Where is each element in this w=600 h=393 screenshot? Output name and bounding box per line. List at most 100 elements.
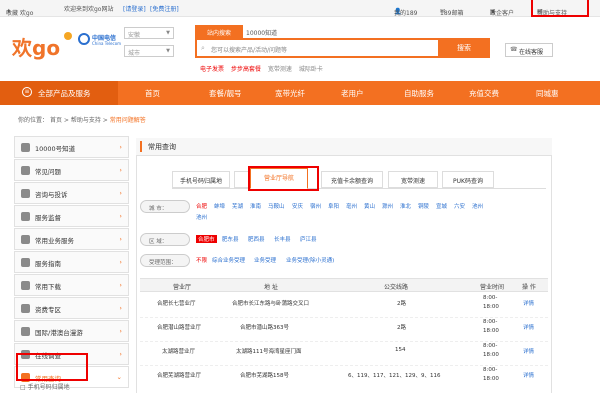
district-link[interactable]: 合肥市 [196, 235, 217, 243]
nav-item-home[interactable]: 首页 [145, 88, 160, 99]
hot-link[interactable]: 步步高套餐 [231, 66, 261, 73]
breadcrumb-sep: > [102, 117, 108, 124]
details-link[interactable]: 详情 [523, 323, 534, 331]
scope-link[interactable]: 业务受理(除小灵通) [286, 256, 334, 264]
city-link[interactable]: 滁州 [382, 202, 393, 210]
province-value: 安徽 [128, 32, 141, 39]
tab-puk[interactable]: PUK码查询 [442, 171, 494, 188]
register-link[interactable]: [免费注册] [150, 4, 179, 13]
tab-10000-know[interactable]: 10000知道 [246, 25, 294, 38]
sidebar-item-roaming[interactable]: 国际/港澳台漫游 › [14, 320, 129, 342]
sidebar-item-download[interactable]: 常用下载 › [14, 274, 129, 296]
city-link[interactable]: 黄山 [364, 202, 375, 210]
city-link[interactable]: 池州 [472, 202, 483, 210]
city-link[interactable]: 芜湖 [232, 202, 243, 210]
scope-list: 不限 综合业务受理 业务受理 业务受理(除小灵通) [196, 256, 416, 266]
store-hours-end: 18:00 [483, 352, 499, 358]
main-nav: ≡ 全部产品及服务 首页 套餐/靓号 宽带光纤 老用户 自助服务 充值交费 同城… [0, 81, 600, 105]
sidebar-sub-item[interactable]: □ 手机号码归属地 [20, 382, 70, 391]
sidebar-item-tariff[interactable]: 资费专区 › [14, 297, 129, 319]
city-link[interactable]: 马鞍山 [268, 202, 285, 210]
city-link[interactable]: 池州 [196, 213, 207, 221]
breadcrumb-section[interactable]: 帮助与支持 [71, 117, 101, 124]
mail-label: 189邮箱 [440, 10, 464, 17]
message-icon [21, 189, 30, 198]
logo-dot-icon [64, 32, 72, 40]
scope-link[interactable]: 不限 [196, 256, 207, 264]
city-link[interactable]: 亳州 [346, 202, 357, 210]
table-row: 合肥芜湖路营业厅 合肥市芜湖路158号 6、119、117、121、129、9、… [140, 366, 548, 390]
online-service-label: 在线客服 [519, 49, 544, 56]
sidebar-item-label: 国际/港澳台漫游 [35, 329, 83, 337]
details-link[interactable]: 详情 [523, 347, 534, 355]
city-select[interactable]: 城市 ▼ [124, 45, 174, 57]
city-link[interactable]: 蚌埠 [214, 202, 225, 210]
search-button[interactable]: 搜索 [438, 38, 490, 58]
city-link[interactable]: 铜陵 [418, 202, 429, 210]
nav-item-local-deals[interactable]: 同城惠 [536, 88, 559, 99]
col-header-action: 操 作 [522, 284, 536, 291]
store-hours-start: 8:00- [483, 319, 498, 325]
sidebar-item-guide[interactable]: 服务指南 › [14, 251, 129, 273]
details-link[interactable]: 详情 [523, 371, 534, 379]
col-header-address: 地 址 [264, 284, 278, 291]
chevron-down-icon: ▼ [166, 30, 170, 36]
table-row: 合肥潜山路营业厅 合肥市潜山路363号 2路 8:00- 18:00 详情 [140, 318, 548, 342]
nav-item-broadband[interactable]: 宽带光纤 [275, 88, 305, 99]
scope-link[interactable]: 业务受理 [254, 256, 276, 264]
city-link[interactable]: 阜阳 [328, 202, 339, 210]
logo[interactable]: 欢go [12, 30, 72, 60]
city-link[interactable]: 宿州 [310, 202, 321, 210]
search-input[interactable]: 您可以搜索产品/活动/问题等 [211, 45, 287, 54]
tab-phone-region[interactable]: 手机号码归属地 [172, 171, 230, 188]
hot-link[interactable]: 城际卧卡 [299, 66, 323, 73]
nav-item-recharge[interactable]: 充值交费 [469, 88, 499, 99]
details-link[interactable]: 详情 [523, 299, 534, 307]
sidebar-item-complaint[interactable]: 咨询与投诉 › [14, 182, 129, 204]
scope-link[interactable]: 综合业务受理 [212, 256, 245, 264]
district-link[interactable]: 长丰县 [274, 235, 291, 243]
nav-item-plans[interactable]: 套餐/靓号 [209, 88, 242, 99]
all-products-menu[interactable]: ≡ 全部产品及服务 [0, 81, 118, 105]
login-link[interactable]: [请登录] [123, 4, 146, 13]
district-link[interactable]: 肥西县 [248, 235, 265, 243]
store-bus: 6、119、117、121、129、9、116 [348, 373, 441, 379]
sidebar-item-supervision[interactable]: 服务监督 › [14, 205, 129, 227]
city-link[interactable]: 安庆 [292, 202, 303, 210]
search-icon: ⌕ [201, 44, 205, 52]
hot-link[interactable]: 电子发票 [200, 66, 224, 73]
sidebar-item-10000[interactable]: 10000号知道 › [14, 136, 129, 158]
tab-card-balance[interactable]: 充值卡余额查询 [321, 171, 383, 188]
sidebar-item-faq[interactable]: 常见问题 › [14, 159, 129, 181]
sidebar-item-label: 资费专区 [35, 306, 61, 314]
online-service-button[interactable]: ☎ 在线客服 [505, 43, 553, 57]
store-hours-start: 8:00- [483, 343, 498, 349]
sidebar-item-label: 咨询与投诉 [35, 191, 68, 199]
store-bus: 2路 [397, 325, 406, 331]
city-link[interactable]: 六安 [454, 202, 465, 210]
sidebar-item-business[interactable]: 常用业务服务 › [14, 228, 129, 250]
chevron-right-icon: › [119, 189, 122, 197]
hot-link[interactable]: 宽带测速 [268, 66, 292, 73]
hot-links: 电子发票 步步高套餐 宽带测速 城际卧卡 [200, 64, 323, 73]
store-name: 太湖路营业厅 [162, 349, 196, 355]
col-header-hours: 营业时间 [480, 284, 505, 291]
city-link[interactable]: 宣城 [436, 202, 447, 210]
nav-item-self-service[interactable]: 自助服务 [404, 88, 434, 99]
nav-item-existing-users[interactable]: 老用户 [341, 88, 364, 99]
chevron-down-icon: ▼ [166, 48, 170, 54]
chevron-right-icon: › [119, 166, 122, 174]
tab-speed-test[interactable]: 宽带测速 [388, 171, 438, 188]
district-link[interactable]: 庐江县 [300, 235, 317, 243]
faq-icon [21, 166, 30, 175]
globe-icon [21, 327, 30, 336]
download-icon [21, 281, 30, 290]
district-link[interactable]: 肥东县 [222, 235, 239, 243]
store-name: 合肥芜湖路营业厅 [157, 373, 202, 379]
city-link[interactable]: 淮南 [250, 202, 261, 210]
breadcrumb-home[interactable]: 首页 [50, 117, 62, 124]
city-link[interactable]: 淮北 [400, 202, 411, 210]
province-select[interactable]: 安徽 ▼ [124, 27, 174, 39]
city-link[interactable]: 合肥 [196, 202, 207, 210]
tab-site-search[interactable]: 站内搜索 [195, 25, 243, 38]
